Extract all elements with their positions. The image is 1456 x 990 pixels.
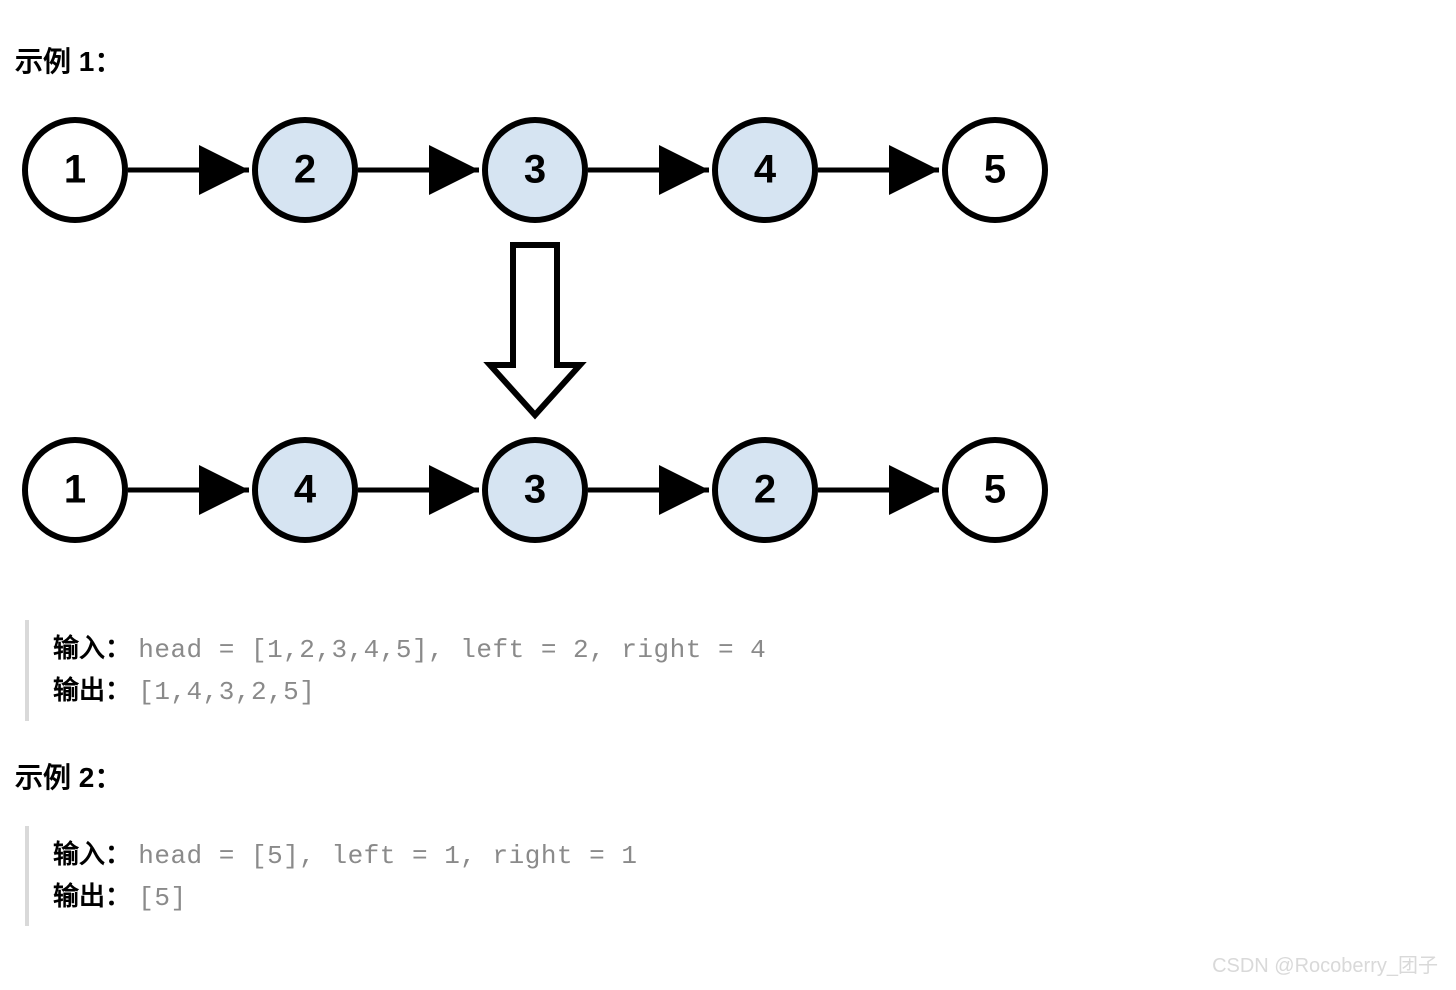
list-node-label: 5 [984, 148, 1006, 192]
example-1-output-line: 输出： [1,4,3,2,5] [53, 670, 1441, 712]
diagram-svg: 1 2 3 4 5 1 4 3 2 5 [15, 110, 1095, 590]
example-1-title: 示例 1： [15, 40, 1441, 80]
input-label: 输入： [53, 839, 131, 869]
list-node-label: 3 [524, 468, 546, 512]
output-value: [5] [138, 883, 186, 913]
example-2-title: 示例 2： [15, 756, 1441, 796]
input-label: 输入： [53, 633, 131, 663]
example-2-io: 输入： head = [5], left = 1, right = 1 输出： … [25, 826, 1441, 927]
list-node-label: 1 [64, 468, 86, 512]
output-label: 输出： [53, 675, 131, 705]
example-2-input-line: 输入： head = [5], left = 1, right = 1 [53, 834, 1441, 876]
example-1-io: 输入： head = [1,2,3,4,5], left = 2, right … [25, 620, 1441, 721]
watermark: CSDN @Rocoberry_团子 [1212, 949, 1438, 978]
list-node-label: 5 [984, 468, 1006, 512]
list-node-label: 4 [294, 468, 317, 512]
input-value: head = [1,2,3,4,5], left = 2, right = 4 [138, 635, 766, 665]
list-node-label: 4 [754, 148, 777, 192]
example-1-input-line: 输入： head = [1,2,3,4,5], left = 2, right … [53, 628, 1441, 670]
output-value: [1,4,3,2,5] [138, 677, 315, 707]
list-node-label: 3 [524, 148, 546, 192]
list-node-label: 2 [754, 468, 776, 512]
list-node-label: 1 [64, 148, 86, 192]
example-2-output-line: 输出： [5] [53, 876, 1441, 918]
output-label: 输出： [53, 881, 131, 911]
linked-list-diagram: 1 2 3 4 5 1 4 3 2 5 [15, 110, 1441, 595]
input-value: head = [5], left = 1, right = 1 [138, 841, 637, 871]
transform-arrow-icon [490, 245, 580, 415]
list-node-label: 2 [294, 148, 316, 192]
